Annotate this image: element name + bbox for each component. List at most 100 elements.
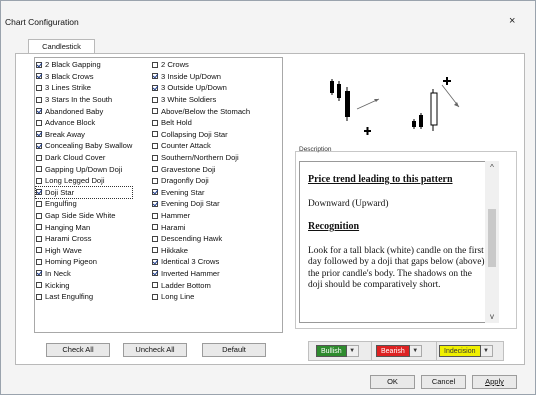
description-text-box[interactable]: Price trend leading to this pattern Down… [299,161,499,323]
cancel-button[interactable]: Cancel [421,375,466,389]
pattern-item[interactable]: Gapping Up/Down Doji [36,163,132,175]
pattern-checkbox[interactable] [152,189,158,196]
bearish-selector[interactable]: Bearish ▼ [376,344,422,358]
pattern-item[interactable]: 3 Stars In the South [36,94,132,106]
pattern-checkbox[interactable] [36,154,42,161]
pattern-checkbox[interactable] [36,235,42,242]
pattern-checkbox[interactable] [36,131,42,138]
check-all-button[interactable]: Check All [46,343,110,357]
tab-candlestick-patterns[interactable]: Candlestick Patterns [28,39,95,64]
pattern-item[interactable]: Collapsing Doji Star [152,129,250,141]
pattern-checkbox[interactable] [152,73,158,80]
pattern-checkbox[interactable] [36,270,42,277]
pattern-checkbox[interactable] [152,108,158,115]
pattern-checkbox[interactable] [152,142,158,149]
pattern-list[interactable]: 2 Black Gapping 3 Black Crows 3 Lines Stri… [34,57,283,333]
pattern-item[interactable]: Counter Attack [152,140,250,152]
pattern-item[interactable]: Evening Star [152,187,250,199]
pattern-checkbox[interactable] [36,212,42,219]
indecision-selector[interactable]: Indecision ▼ [439,344,493,358]
pattern-item[interactable]: Last Engulfing [36,291,132,303]
pattern-checkbox[interactable] [36,224,42,231]
pattern-item[interactable]: Doji Star [35,185,134,200]
pattern-checkbox[interactable] [36,96,42,103]
pattern-checkbox[interactable] [152,119,158,126]
pattern-checkbox[interactable] [152,224,158,231]
pattern-item[interactable]: Homing Pigeon [36,256,132,268]
chevron-down-icon[interactable]: ▼ [480,345,493,357]
pattern-item[interactable]: 3 Outside Up/Down [152,82,250,94]
pattern-item[interactable]: Inverted Hammer [152,268,250,280]
pattern-checkbox[interactable] [152,212,158,219]
pattern-checkbox[interactable] [36,84,42,91]
pattern-item[interactable]: Ladder Bottom [152,279,250,291]
pattern-checkbox[interactable] [152,166,158,173]
pattern-item[interactable]: 3 Inside Up/Down [152,71,250,83]
pattern-checkbox[interactable] [152,96,158,103]
pattern-checkbox[interactable] [36,189,42,196]
scroll-up-icon[interactable]: ^ [485,163,499,172]
pattern-checkbox[interactable] [152,258,158,265]
bullish-selector[interactable]: Bullish ▼ [316,344,359,358]
pattern-item[interactable]: Kicking [36,279,132,291]
close-icon[interactable]: × [509,15,515,27]
bullish-button[interactable]: Bullish [316,345,347,357]
pattern-item[interactable]: Southern/Northern Doji [152,152,250,164]
pattern-item[interactable]: Abandoned Baby [36,105,132,117]
pattern-item[interactable]: Identical 3 Crows [152,256,250,268]
default-button[interactable]: Default [202,343,266,357]
pattern-item[interactable]: 2 Crows [152,59,250,71]
pattern-checkbox[interactable] [36,282,42,289]
pattern-checkbox[interactable] [36,247,42,254]
pattern-item[interactable]: Gravestone Doji [152,163,250,175]
pattern-item[interactable]: Harami Cross [36,233,132,245]
pattern-item[interactable]: Hikkake [152,245,250,257]
chevron-down-icon[interactable]: ▼ [409,345,422,357]
pattern-checkbox[interactable] [36,108,42,115]
pattern-checkbox[interactable] [152,84,158,91]
pattern-checkbox[interactable] [36,142,42,149]
pattern-checkbox[interactable] [152,235,158,242]
pattern-checkbox[interactable] [152,293,158,300]
pattern-checkbox[interactable] [152,282,158,289]
indecision-button[interactable]: Indecision [439,345,481,357]
scroll-down-icon[interactable]: v [485,312,499,321]
pattern-item[interactable]: Above/Below the Stomach [152,105,250,117]
pattern-checkbox[interactable] [152,200,158,207]
bearish-button[interactable]: Bearish [376,345,410,357]
pattern-item[interactable]: Descending Hawk [152,233,250,245]
pattern-item[interactable]: Hanging Man [36,221,132,233]
pattern-checkbox[interactable] [152,177,158,184]
pattern-item[interactable]: Evening Doji Star [152,198,250,210]
pattern-item[interactable]: Dragonfly Doji [152,175,250,187]
pattern-checkbox[interactable] [36,177,42,184]
pattern-item[interactable]: Hammer [152,210,250,222]
pattern-item[interactable]: In Neck [36,268,132,280]
pattern-checkbox[interactable] [36,73,42,80]
pattern-item[interactable]: Harami [152,221,250,233]
pattern-checkbox[interactable] [152,131,158,138]
pattern-item[interactable]: 2 Black Gapping [36,59,132,71]
pattern-checkbox[interactable] [152,270,158,277]
pattern-checkbox[interactable] [36,166,42,173]
pattern-checkbox[interactable] [36,258,42,265]
pattern-item[interactable]: Gap Side Side White [36,210,132,222]
ok-button[interactable]: OK [370,375,415,389]
scrollbar-thumb[interactable] [488,209,496,267]
uncheck-all-button[interactable]: Uncheck All [123,343,187,357]
pattern-checkbox[interactable] [152,61,158,68]
pattern-item[interactable]: Long Line [152,291,250,303]
chevron-down-icon[interactable]: ▼ [346,345,359,357]
pattern-item[interactable]: High Wave [36,245,132,257]
pattern-item[interactable]: 3 Lines Strike [36,82,132,94]
pattern-item[interactable]: Engulfing [36,198,132,210]
pattern-checkbox[interactable] [36,61,42,68]
apply-button[interactable]: Apply [472,375,517,389]
pattern-item[interactable]: 3 White Soldiers [152,94,250,106]
pattern-item[interactable]: Dark Cloud Cover [36,152,132,164]
pattern-item[interactable]: Long Legged Doji [36,175,132,187]
description-scrollbar[interactable]: ^ v [485,161,499,323]
pattern-item[interactable]: Break Away [36,129,132,141]
pattern-item[interactable]: Belt Hold [152,117,250,129]
pattern-item[interactable]: 3 Black Crows [36,71,132,83]
